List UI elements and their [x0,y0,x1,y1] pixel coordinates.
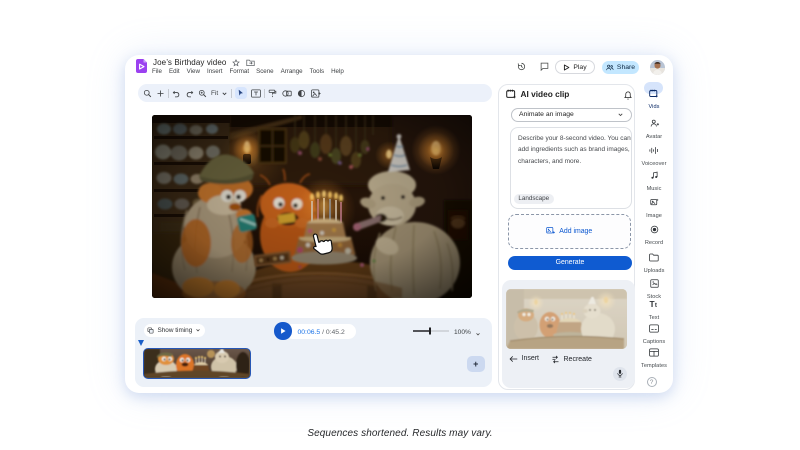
svg-text:T: T [649,299,654,309]
svg-text:t: t [654,302,656,309]
